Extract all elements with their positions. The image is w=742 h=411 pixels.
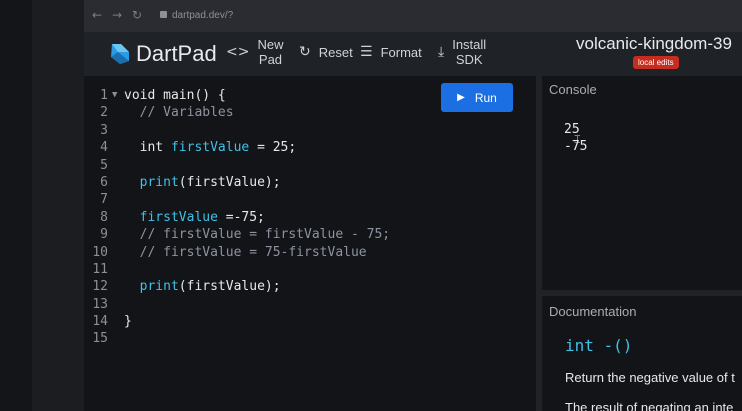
code-token: firstValue bbox=[124, 209, 218, 225]
fold-gutter bbox=[112, 157, 124, 174]
line-number: 6 bbox=[100, 174, 108, 190]
line-number: 11 bbox=[92, 261, 108, 277]
code-token: // firstValue = firstValue - 75; bbox=[124, 227, 391, 243]
fold-arrow-icon[interactable]: ▼ bbox=[112, 87, 124, 104]
fold-gutter bbox=[112, 226, 124, 243]
code-token: int bbox=[124, 140, 171, 156]
forward-arrow-icon[interactable]: → bbox=[112, 8, 122, 22]
dart-logo-icon bbox=[111, 44, 129, 64]
fold-gutter bbox=[112, 278, 124, 295]
mouse-cursor-icon: ⌶ bbox=[574, 134, 581, 146]
back-arrow-icon[interactable]: ← bbox=[92, 8, 102, 22]
code-token: = 25; bbox=[249, 140, 297, 156]
code-line[interactable]: 3 bbox=[84, 122, 390, 139]
line-number: 14 bbox=[92, 314, 108, 330]
code-line[interactable]: 11 bbox=[84, 261, 390, 278]
fold-gutter bbox=[112, 330, 124, 347]
background-panel bbox=[0, 0, 32, 411]
fold-gutter bbox=[112, 104, 124, 121]
refresh-icon: ↻ bbox=[299, 44, 311, 60]
code-line[interactable]: 10 // firstValue = 75-firstValue bbox=[84, 244, 390, 261]
run-label: Run bbox=[474, 90, 497, 105]
background-panel bbox=[32, 0, 84, 411]
code-line[interactable]: 7 bbox=[84, 191, 390, 208]
doc-paragraph: The result of negating an inte bbox=[565, 400, 734, 411]
documentation-title: Documentation bbox=[549, 304, 637, 319]
fold-gutter bbox=[112, 313, 124, 330]
code-icon: <> bbox=[226, 44, 250, 60]
fold-gutter bbox=[112, 122, 124, 139]
reset-label: Reset bbox=[318, 44, 353, 60]
line-number: 3 bbox=[100, 122, 108, 138]
code-token: (firstValue); bbox=[178, 279, 281, 295]
code-line[interactable]: 2 // Variables bbox=[84, 104, 390, 121]
code-token: void main() { bbox=[124, 88, 226, 103]
line-number: 5 bbox=[100, 157, 108, 173]
fold-gutter bbox=[112, 296, 124, 313]
line-number: 2 bbox=[100, 105, 108, 121]
code-token: =-75; bbox=[217, 209, 265, 225]
line-number: 12 bbox=[92, 279, 108, 295]
install-label: Install SDK bbox=[452, 37, 487, 67]
code-line[interactable]: 15 bbox=[84, 330, 390, 347]
code-token: firstValue bbox=[170, 140, 250, 156]
fold-gutter bbox=[112, 174, 124, 191]
documentation-panel: Documentation int -() Return the negativ… bbox=[542, 296, 742, 411]
install-sdk-button[interactable]: ⤓ Install SDK bbox=[438, 37, 486, 67]
fold-gutter bbox=[112, 209, 124, 226]
reset-button[interactable]: ↻ Reset bbox=[299, 44, 353, 60]
fold-gutter bbox=[112, 191, 124, 208]
doc-signature: int -() bbox=[565, 336, 633, 355]
fold-gutter bbox=[112, 244, 124, 261]
fold-gutter bbox=[112, 261, 124, 278]
code-line[interactable]: 4 int firstValue = 25; bbox=[84, 139, 390, 156]
run-button[interactable]: ▶ Run bbox=[441, 83, 513, 112]
doc-paragraph: Return the negative value of t bbox=[565, 370, 735, 385]
console-panel: Console 25 -75 ⌶ bbox=[542, 76, 742, 290]
line-number: 10 bbox=[92, 244, 108, 260]
browser-toolbar: ← → ↻ dartpad.dev/? bbox=[84, 0, 742, 32]
line-number: 8 bbox=[100, 209, 108, 225]
format-label: Format bbox=[380, 44, 422, 60]
line-number: 4 bbox=[100, 140, 108, 156]
code-line[interactable]: 12 print (firstValue); bbox=[84, 278, 390, 295]
lock-icon bbox=[160, 11, 167, 18]
pad-title[interactable]: volcanic-kingdom-39 bbox=[576, 34, 732, 54]
new-pad-button[interactable]: <> New Pad bbox=[226, 37, 283, 67]
format-align-icon: ☰ bbox=[360, 44, 373, 60]
code-line[interactable]: 1 ▼ void main() { bbox=[84, 87, 390, 104]
local-edits-badge: local edits bbox=[633, 56, 679, 69]
code-lines[interactable]: 1 ▼ void main() {2 // Variables 3 4 int firs… bbox=[84, 87, 390, 348]
reload-icon[interactable]: ↻ bbox=[132, 8, 142, 22]
code-line[interactable]: 9 // firstValue = firstValue - 75; bbox=[84, 226, 390, 243]
format-button[interactable]: ☰ Format bbox=[360, 44, 422, 60]
code-editor[interactable]: 1 ▼ void main() {2 // Variables 3 4 int firs… bbox=[84, 76, 536, 411]
code-token: } bbox=[124, 314, 132, 330]
code-line[interactable]: 13 bbox=[84, 296, 390, 313]
play-icon: ▶ bbox=[457, 92, 465, 103]
code-token: // firstValue = 75-firstValue bbox=[124, 244, 367, 260]
download-icon: ⤓ bbox=[438, 44, 445, 60]
line-number: 15 bbox=[92, 331, 108, 347]
app-title: DartPad bbox=[136, 41, 217, 66]
line-number: 7 bbox=[100, 192, 108, 208]
code-line[interactable]: 14} bbox=[84, 313, 390, 330]
code-token: print bbox=[124, 174, 179, 190]
new-pad-label: New Pad bbox=[257, 37, 284, 67]
code-line[interactable]: 8 firstValue =-75; bbox=[84, 209, 390, 226]
code-token: print bbox=[124, 279, 179, 295]
browser-window: ← → ↻ dartpad.dev/? DartPad <> New Pad ↻… bbox=[84, 0, 742, 411]
code-token: // Variables bbox=[124, 105, 234, 121]
code-line[interactable]: 6 print (firstValue); bbox=[84, 174, 390, 191]
code-line[interactable]: 5 bbox=[84, 157, 390, 174]
line-number: 1 bbox=[100, 88, 108, 103]
code-token: (firstValue); bbox=[178, 174, 281, 190]
app-header: DartPad <> New Pad ↻ Reset ☰ Format ⤓ In… bbox=[84, 32, 742, 76]
console-title: Console bbox=[549, 82, 597, 97]
line-number: 9 bbox=[100, 227, 108, 243]
address-bar[interactable]: dartpad.dev/? bbox=[172, 10, 233, 21]
line-number: 13 bbox=[92, 296, 108, 312]
fold-gutter bbox=[112, 139, 124, 156]
